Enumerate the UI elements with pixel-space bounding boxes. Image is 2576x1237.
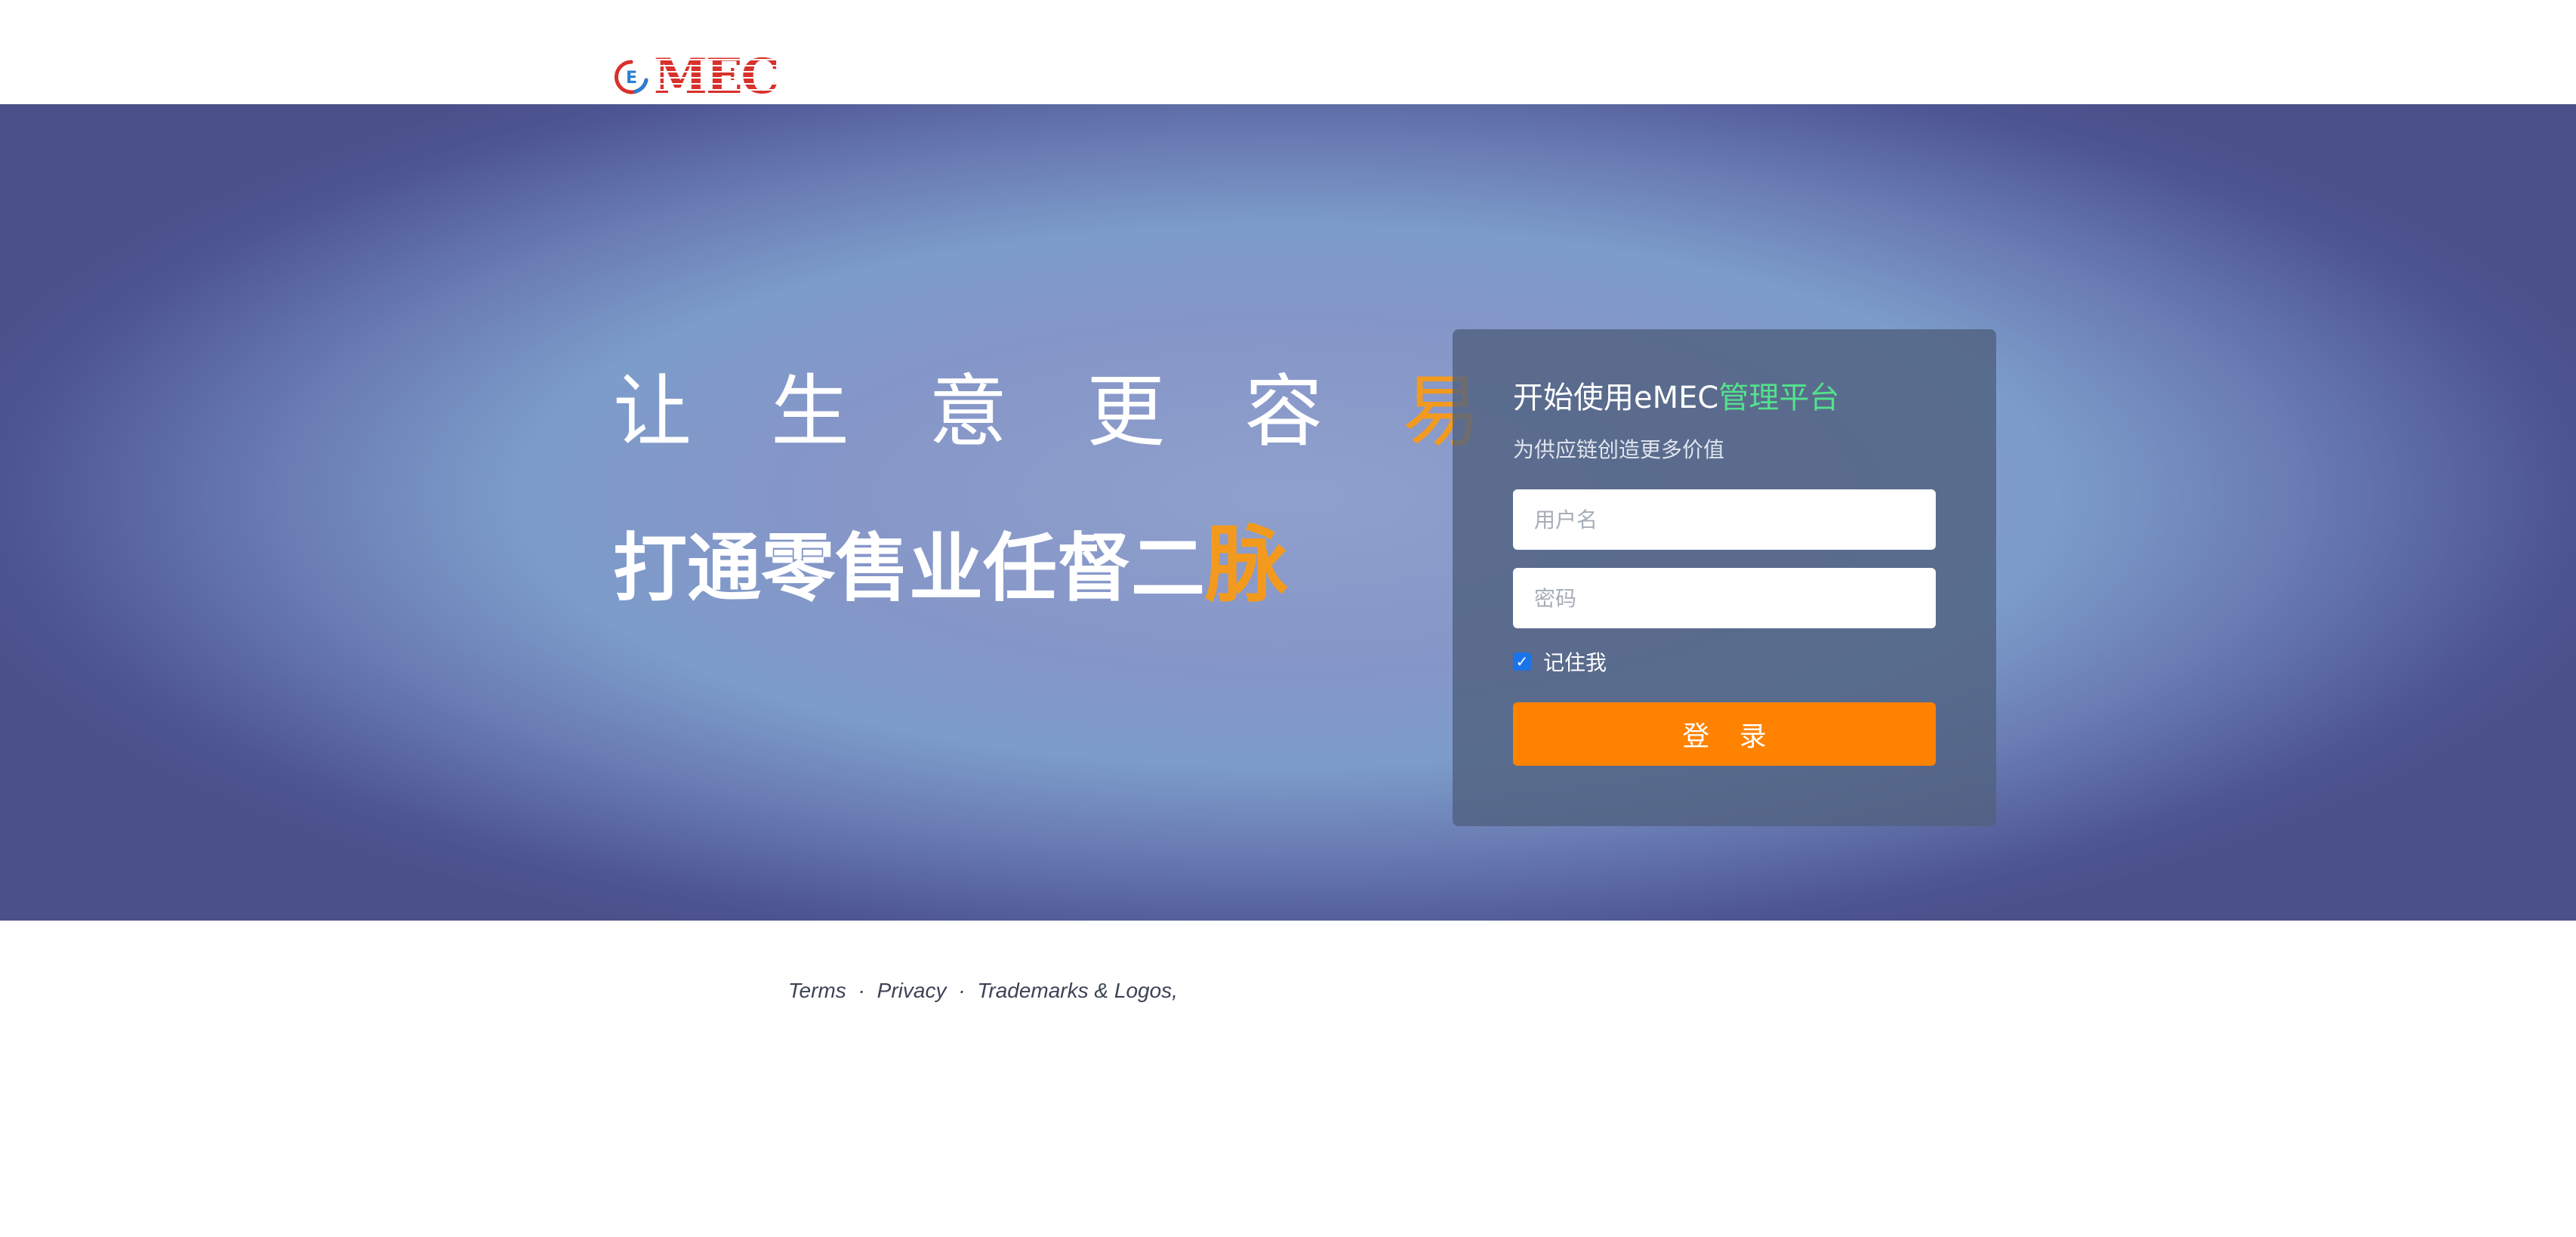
login-title-text: 开始使用eMEC: [1513, 381, 1719, 415]
login-title: 开始使用eMEC管理平台: [1513, 373, 1839, 417]
remember-me-checkbox[interactable]: ✓: [1513, 652, 1531, 671]
login-title-accent: 管理平台: [1718, 381, 1840, 415]
remember-me-label[interactable]: 记住我: [1543, 646, 1607, 677]
hero-slogan-line1: 让 生 意 更 容 易: [613, 347, 1508, 461]
login-button[interactable]: 登 录: [1513, 702, 1936, 766]
svg-text:E: E: [626, 69, 637, 88]
remember-me-row[interactable]: ✓ 记住我: [1513, 646, 1607, 677]
footer-separator: ·: [958, 979, 966, 1002]
logo-wordmark: MEC: [654, 48, 780, 105]
username-input[interactable]: [1513, 489, 1936, 550]
login-subtitle: 为供应链创造更多价值: [1513, 437, 1725, 462]
footer-links: Terms · Privacy · Trademarks & Logos,: [788, 979, 1178, 1003]
trademarks-link[interactable]: Trademarks & Logos,: [977, 979, 1178, 1003]
privacy-link[interactable]: Privacy: [877, 979, 947, 1003]
footer-separator: ·: [858, 979, 865, 1002]
hero-slogan-line1-text: 让 生 意 更 容: [613, 366, 1351, 458]
top-header: E MEC: [0, 0, 2576, 104]
checkmark-icon: ✓: [1515, 652, 1529, 671]
emec-logo-mark-icon: E: [614, 60, 649, 94]
hero-banner: 让 生 意 更 容 易 打通零售业任督二脉 开始使用eMEC管理平台 为供应链创…: [0, 104, 2576, 1002]
hero-slogan-line2-accent: 脉: [1205, 517, 1289, 613]
password-input[interactable]: [1513, 568, 1936, 628]
login-panel: 开始使用eMEC管理平台 为供应链创造更多价值 ✓ 记住我 登 录: [1453, 329, 1996, 826]
hero-slogan-line2-text: 打通零售业任督二: [613, 526, 1206, 612]
emec-logo[interactable]: E MEC: [613, 48, 780, 105]
terms-link[interactable]: Terms: [788, 979, 846, 1003]
hero-slogan-line2: 打通零售业任督二脉: [613, 497, 1288, 618]
